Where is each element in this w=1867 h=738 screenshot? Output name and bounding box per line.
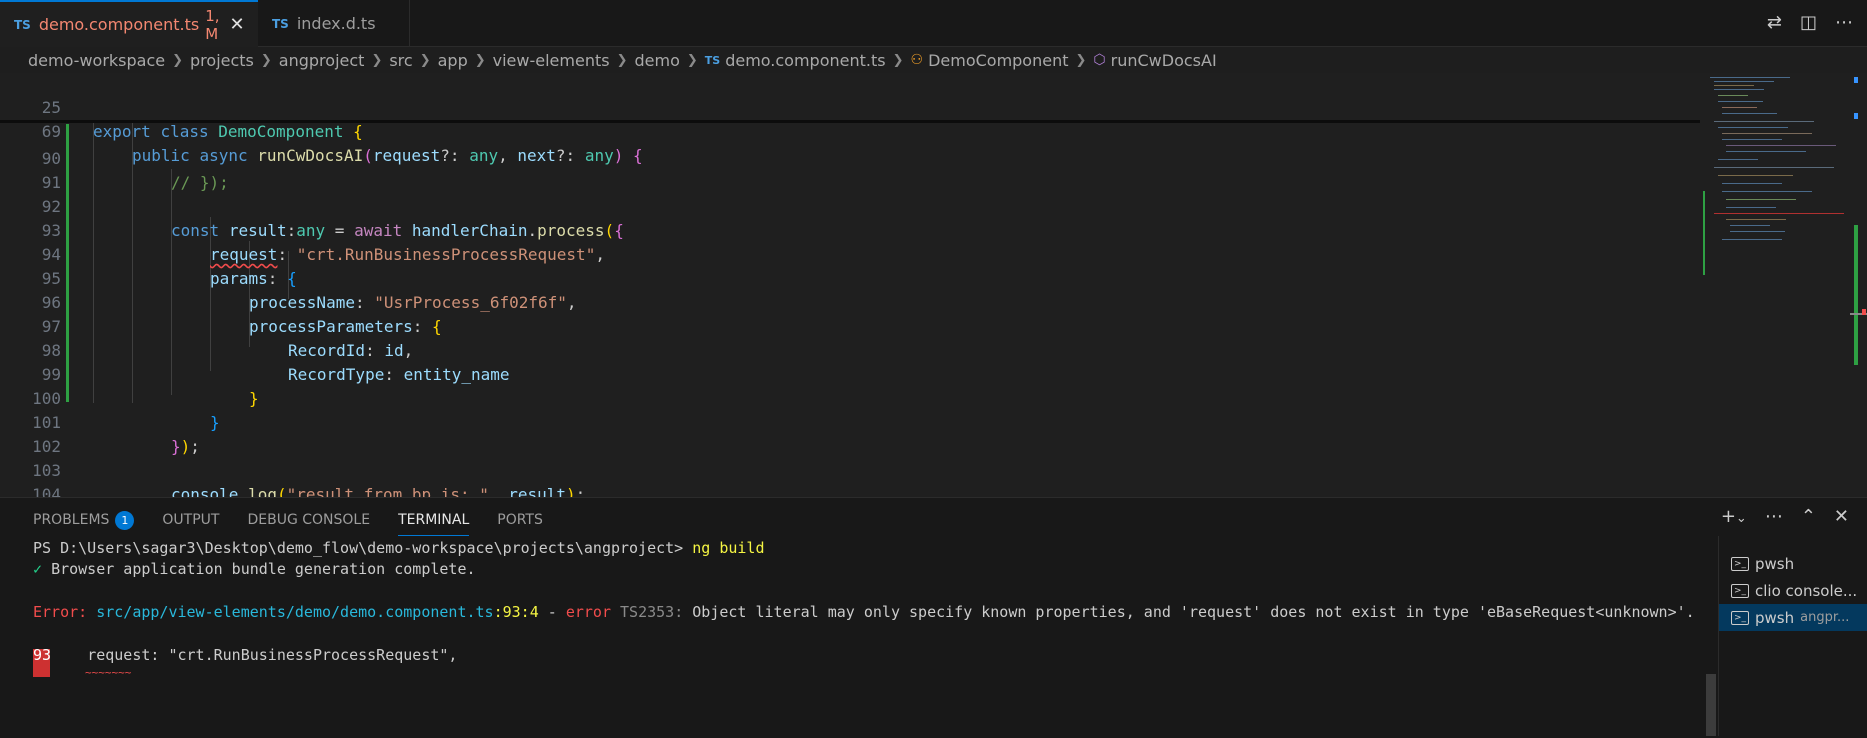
tab-index-d-ts[interactable]: TS index.d.ts xyxy=(258,0,410,47)
chevron-right-icon: ❯ xyxy=(474,52,486,68)
code-line: 105 } xyxy=(0,483,1700,497)
method-icon: ⬡ xyxy=(1093,52,1106,68)
problems-count-badge: 1 xyxy=(115,510,135,530)
maximize-panel-icon[interactable]: ⌃ xyxy=(1801,506,1816,527)
terminal-error-line: Error: src/app/view-elements/demo/demo.c… xyxy=(33,603,1695,621)
breadcrumb-item[interactable]: demo xyxy=(634,51,679,70)
editor-tab-bar: TS demo.component.ts 1, M ✕ TS index.d.t… xyxy=(0,0,1867,47)
terminal-output[interactable]: PS D:\Users\sagar3\Desktop\demo_flow\dem… xyxy=(33,538,1695,733)
tab-label: index.d.ts xyxy=(296,14,376,33)
terminal-line: ✓ Browser application bundle generation … xyxy=(33,560,476,578)
tab-label: demo.component.ts xyxy=(38,15,200,34)
panel-actions: +⌄ ⋯ ⌃ ✕ xyxy=(1721,506,1849,527)
chevron-right-icon: ❯ xyxy=(419,52,431,68)
split-editor-icon[interactable]: ◫ xyxy=(1800,12,1817,33)
code-line: 98 RecordType: entity_name xyxy=(0,315,1700,384)
tab-terminal[interactable]: TERMINAL xyxy=(398,508,470,536)
code-line: 96 processParameters: { xyxy=(0,267,1700,336)
tab-actions: ⇄ ◫ ⋯ xyxy=(1767,12,1853,33)
bottom-panel: PROBLEMS 1 OUTPUT DEBUG CONSOLE TERMINAL … xyxy=(0,497,1867,738)
terminal-icon: >_ xyxy=(1731,583,1749,598)
chevron-right-icon: ❯ xyxy=(260,52,272,68)
chevron-right-icon: ❯ xyxy=(172,52,184,68)
panel-tabs: PROBLEMS 1 OUTPUT DEBUG CONSOLE TERMINAL … xyxy=(33,508,543,536)
code-line: 93 request: "crt.RunBusinessProcessReque… xyxy=(0,195,1700,264)
breadcrumb-item[interactable]: app xyxy=(438,51,468,70)
code-line: 91 xyxy=(0,147,1700,192)
chevron-right-icon: ❯ xyxy=(892,52,904,68)
code-line: 69 public async runCwDocsAI(request?: an… xyxy=(0,96,1700,165)
chevron-right-icon: ❯ xyxy=(1075,52,1087,68)
terminal-icon: >_ xyxy=(1731,556,1749,571)
breadcrumb-class[interactable]: DemoComponent xyxy=(928,51,1068,70)
breadcrumb-item[interactable]: demo-workspace xyxy=(28,51,165,70)
code-editor[interactable]: 25 export class DemoComponent { 69 publi… xyxy=(0,73,1867,497)
check-icon: ✓ xyxy=(33,560,43,578)
terminal-line: PS D:\Users\sagar3\Desktop\demo_flow\dem… xyxy=(33,539,765,557)
breadcrumb-item[interactable]: angproject xyxy=(279,51,365,70)
chevron-right-icon: ❯ xyxy=(686,52,698,68)
new-terminal-icon[interactable]: +⌄ xyxy=(1721,506,1747,527)
code-line: 101 }); xyxy=(0,387,1700,456)
breadcrumb-item[interactable]: view-elements xyxy=(493,51,610,70)
editor-vertical-scrollbar[interactable] xyxy=(1850,73,1867,497)
terminal-scrollbar[interactable] xyxy=(1706,674,1716,736)
tab-ports[interactable]: PORTS xyxy=(497,508,543,532)
code-line: 103 console.log("result from bp is: ", r… xyxy=(0,435,1700,497)
tab-problems[interactable]: PROBLEMS 1 xyxy=(33,508,135,532)
code-line: 25 export class DemoComponent { xyxy=(0,73,1700,141)
breadcrumb-item[interactable]: src xyxy=(389,51,412,70)
compare-changes-icon[interactable]: ⇄ xyxy=(1767,12,1782,33)
typescript-icon: TS xyxy=(272,16,289,31)
code-line: 90 // }); xyxy=(0,123,1700,192)
code-line: 97 RecordId: id, xyxy=(0,291,1700,360)
terminal-item-pwsh-angproject[interactable]: >_ pwsh angpr... xyxy=(1719,604,1867,631)
breadcrumb-item[interactable]: projects xyxy=(190,51,254,70)
chevron-right-icon: ❯ xyxy=(616,52,628,68)
chevron-down-icon[interactable]: ⌄ xyxy=(1736,511,1747,526)
class-icon: ⚇ xyxy=(910,52,924,68)
breadcrumb: demo-workspace ❯ projects ❯ angproject ❯ sr… xyxy=(28,47,1217,73)
code-line: 102 xyxy=(0,411,1700,456)
more-actions-icon[interactable]: ⋯ xyxy=(1765,506,1783,527)
close-panel-icon[interactable]: ✕ xyxy=(1834,506,1849,527)
tab-demo-component[interactable]: TS demo.component.ts 1, M ✕ xyxy=(0,0,258,47)
typescript-icon: TS xyxy=(14,17,31,32)
code-line: 99 } xyxy=(0,339,1700,408)
tab-status: 1, M xyxy=(205,6,220,43)
minimap[interactable] xyxy=(1700,73,1850,497)
breadcrumb-file[interactable]: demo.component.ts xyxy=(725,51,885,70)
code-line: 92 const result:any = await handlerChain… xyxy=(0,171,1700,240)
terminal-list: >_ pwsh >_ clio console... >_ pwsh angpr... xyxy=(1718,536,1867,736)
code-line: 100 } xyxy=(0,363,1700,432)
close-icon[interactable]: ✕ xyxy=(230,14,245,35)
typescript-icon: TS xyxy=(704,53,721,67)
chevron-right-icon: ❯ xyxy=(371,52,383,68)
tab-output[interactable]: OUTPUT xyxy=(162,508,219,532)
more-actions-icon[interactable]: ⋯ xyxy=(1835,12,1853,33)
minimap-modified-indicator xyxy=(1703,191,1705,275)
breadcrumb-method[interactable]: runCwDocsAI xyxy=(1111,51,1217,70)
code-line: 95 processName: "UsrProcess_6f02f6f", xyxy=(0,243,1700,312)
code-line: 94 params: { xyxy=(0,219,1700,288)
error-squiggle: ~~~~~~~ xyxy=(85,666,132,679)
tab-debug-console[interactable]: DEBUG CONSOLE xyxy=(247,508,370,532)
terminal-item-pwsh[interactable]: >_ pwsh xyxy=(1719,550,1867,577)
code-line: 104 } xyxy=(0,459,1700,497)
terminal-icon: >_ xyxy=(1731,610,1749,625)
terminal-item-clio-console[interactable]: >_ clio console... xyxy=(1719,577,1867,604)
